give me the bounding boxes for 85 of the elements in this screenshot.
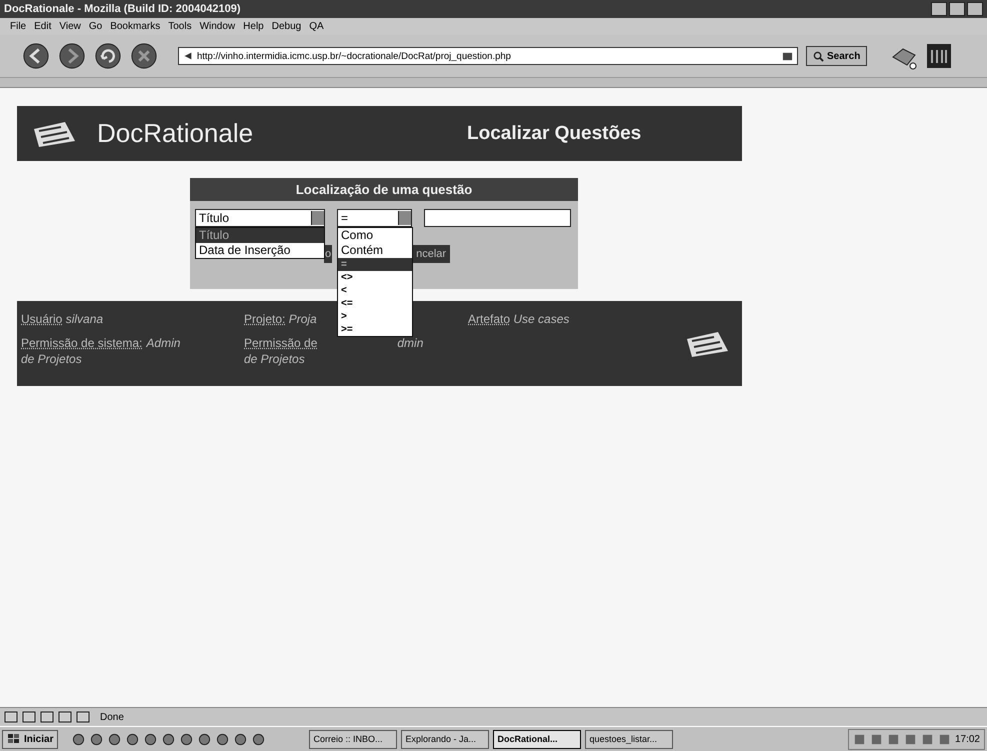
dropdown-option[interactable]: <=: [338, 297, 412, 310]
quick-launch-icon[interactable]: [72, 732, 86, 746]
status-icon[interactable]: [40, 711, 54, 723]
dropdown-option[interactable]: Data de Inserção: [196, 243, 324, 258]
search-icon: [813, 50, 824, 62]
menu-item[interactable]: Debug: [272, 21, 302, 32]
info-label[interactable]: Usuário: [21, 312, 62, 326]
info-value: de Projetos: [21, 352, 82, 366]
cancel-button[interactable]: ncelar: [412, 245, 450, 263]
logo-drawing: [684, 329, 730, 359]
menu-item[interactable]: Edit: [34, 21, 52, 32]
forward-icon[interactable]: [58, 42, 86, 70]
search-input[interactable]: [424, 209, 571, 227]
search-button[interactable]: Search: [806, 46, 868, 66]
operator-select[interactable]: =: [337, 209, 412, 227]
dropdown-option[interactable]: =: [338, 258, 412, 271]
taskbar-button[interactable]: Correio :: INBO...: [309, 730, 398, 748]
info-value: Proja: [288, 312, 317, 326]
dropdown-option[interactable]: Como: [338, 228, 412, 243]
quick-launch-icon[interactable]: [126, 732, 140, 746]
stop-icon[interactable]: [130, 42, 158, 70]
info-value: Admin: [146, 336, 180, 350]
dropdown-option[interactable]: Contém: [338, 243, 412, 258]
info-label[interactable]: Permissão de sistema:: [21, 336, 142, 350]
menu-item[interactable]: Tools: [168, 21, 192, 32]
dropdown-option[interactable]: >=: [338, 323, 412, 336]
menu-item[interactable]: Go: [88, 21, 102, 32]
status-icon[interactable]: [4, 711, 18, 723]
minimize-button[interactable]: [931, 2, 947, 16]
info-value: de Projetos: [244, 352, 305, 366]
info-value: dmin: [397, 336, 424, 350]
taskbar-button[interactable]: questoes_listar...: [585, 730, 674, 748]
reload-icon[interactable]: [94, 42, 122, 70]
status-icon[interactable]: [22, 711, 36, 723]
submit-button[interactable]: o: [324, 245, 332, 263]
status-text: Done: [100, 712, 124, 722]
back-icon[interactable]: [22, 42, 50, 70]
page-icon: [183, 51, 193, 61]
quick-launch-icon[interactable]: [180, 732, 194, 746]
start-button[interactable]: Iniciar: [2, 730, 58, 748]
window-title: DocRationale - Mozilla (Build ID: 2004042109): [4, 3, 241, 15]
throbber-logo: [927, 44, 952, 68]
taskbar-button[interactable]: DocRational...: [493, 730, 582, 748]
status-icon[interactable]: [58, 711, 72, 723]
info-label[interactable]: Permissão de: [244, 336, 318, 350]
dropdown-option[interactable]: >: [338, 310, 412, 323]
clock: 17:02: [954, 734, 980, 744]
site-title: DocRationale: [97, 118, 254, 149]
panel-title: Localização de uma questão: [190, 178, 578, 201]
quick-launch-icon[interactable]: [108, 732, 122, 746]
tray-icon[interactable]: [870, 732, 883, 746]
menu-item[interactable]: Bookmarks: [110, 21, 160, 32]
maximize-button[interactable]: [949, 2, 965, 16]
menu-item[interactable]: Help: [243, 21, 264, 32]
menu-item[interactable]: View: [59, 21, 81, 32]
tray-icon[interactable]: [852, 732, 866, 746]
taskbar-button[interactable]: Explorando - Ja...: [401, 730, 490, 748]
menu-item[interactable]: QA: [309, 21, 324, 32]
tray-icon[interactable]: [886, 732, 900, 746]
field-select[interactable]: Título: [195, 209, 325, 227]
info-label[interactable]: Artefato: [468, 312, 510, 326]
quick-launch-icon[interactable]: [234, 732, 248, 746]
quick-launch-icon[interactable]: [144, 732, 158, 746]
windows-logo-icon: [7, 733, 21, 745]
quick-launch-icon[interactable]: [198, 732, 212, 746]
status-icon[interactable]: [76, 711, 90, 723]
quick-launch-icon[interactable]: [252, 732, 266, 746]
tray-icon[interactable]: [920, 732, 934, 746]
quick-launch-icon[interactable]: [162, 732, 176, 746]
info-value: silvana: [64, 312, 104, 326]
dropdown-option[interactable]: <>: [338, 271, 412, 284]
dropdown-icon[interactable]: [782, 50, 793, 62]
quick-launch-icon[interactable]: [216, 732, 230, 746]
info-value: Use cases: [512, 312, 570, 326]
menu-item[interactable]: Window: [200, 21, 236, 32]
menu-item[interactable]: File: [10, 21, 26, 32]
dropdown-option[interactable]: Título: [196, 228, 324, 243]
quick-launch-icon[interactable]: [90, 732, 104, 746]
tray-icon[interactable]: [904, 732, 917, 746]
dropdown-option[interactable]: <: [338, 284, 412, 297]
address-field[interactable]: http://vinho.intermidia.icmc.usp.br/~docrationale/DocRat/proj_question.php: [178, 47, 798, 65]
page-heading: Localizar Questões: [467, 122, 642, 144]
tray-icon[interactable]: [938, 732, 951, 746]
info-label[interactable]: Projeto:: [244, 312, 286, 326]
close-button[interactable]: [967, 2, 983, 16]
